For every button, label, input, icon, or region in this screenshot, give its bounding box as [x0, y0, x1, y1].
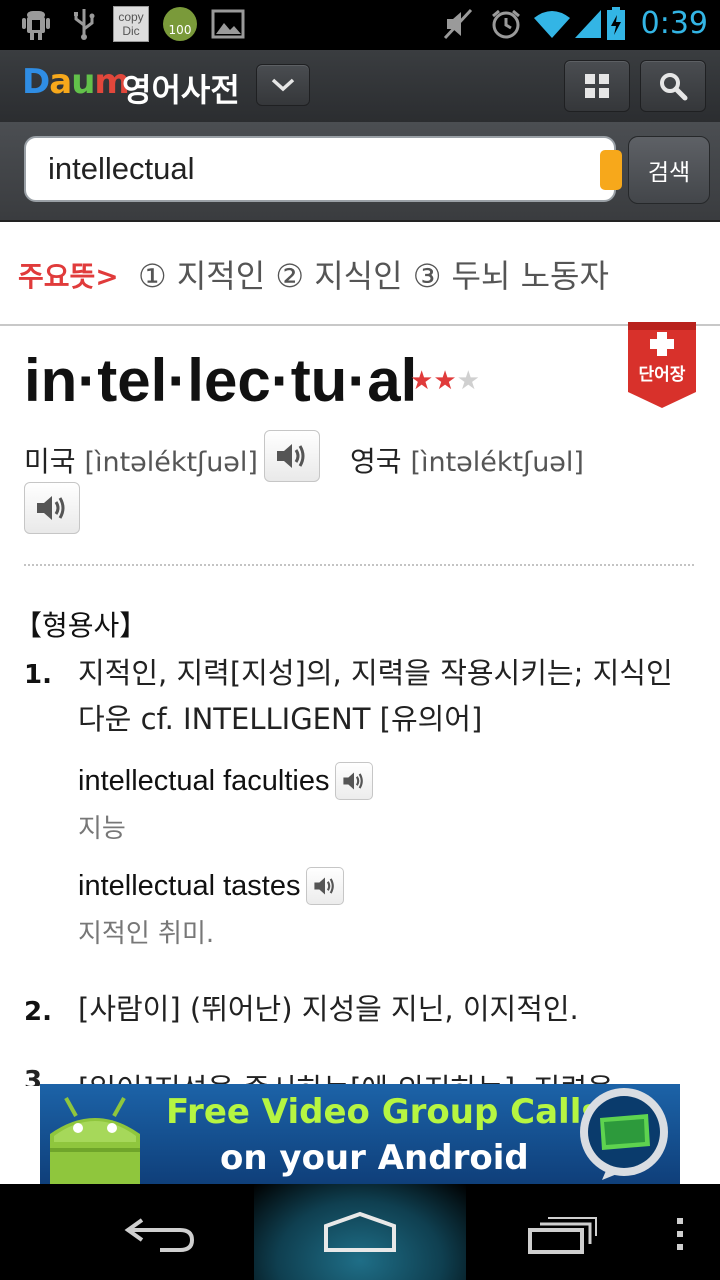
mute-icon — [440, 6, 476, 42]
importance-stars: ★★★ — [410, 366, 480, 396]
speaker-icon — [343, 772, 364, 790]
play-example-button[interactable] — [335, 762, 374, 800]
wifi-icon — [532, 6, 572, 42]
search-suggest-tab[interactable] — [600, 150, 622, 190]
section-divider — [24, 564, 694, 566]
part-of-speech: 【형용사】 — [14, 609, 148, 642]
main-meaning-section: 주요뜻> ① 지적인 ② 지식인 ③ 두뇌 노동자 — [0, 222, 720, 326]
home-icon[interactable] — [322, 1210, 398, 1254]
example-english: intellectual tastes — [78, 869, 301, 902]
sense-number: 1. — [24, 660, 52, 690]
star-empty-icon: ★ — [456, 366, 480, 396]
pron-uk-ipa: [ìntəléktʃuəl] — [410, 447, 584, 478]
example-translation: 지적인 취미. — [78, 919, 215, 949]
example-english: intellectual faculties — [78, 764, 330, 797]
back-icon[interactable] — [124, 1214, 196, 1254]
chevron-down-icon — [271, 78, 295, 92]
play-us-pronunciation-button[interactable] — [264, 430, 320, 482]
battery-charging-icon — [604, 6, 628, 42]
wordbook-label: 단어장 — [638, 365, 686, 385]
example-translation: 지능 — [78, 814, 126, 844]
status-bar: copy Dic 100 0:39 — [0, 0, 720, 50]
dictionary-dropdown-button[interactable] — [256, 64, 310, 106]
search-toggle-button[interactable] — [640, 60, 706, 112]
sense-definition: 지적인, 지력[지성]의, 지력을 작용시키는; 지식인다운 cf. INTEL… — [78, 656, 673, 736]
search-input[interactable]: intellectual — [24, 136, 616, 202]
android-mascot-icon — [50, 1097, 140, 1184]
app-title: 영어사전 — [122, 71, 240, 109]
main-meaning-text: ① 지적인 ② 지식인 ③ 두뇌 노동자 — [138, 257, 609, 295]
video-call-app-icon — [580, 1088, 668, 1180]
speaker-icon — [37, 496, 65, 520]
play-example-button[interactable] — [306, 867, 345, 905]
signal-icon — [570, 6, 606, 42]
alarm-icon — [488, 6, 524, 42]
navigation-bar — [0, 1184, 720, 1280]
grid-icon — [585, 74, 609, 98]
sense-partial: 3. [일이]지성을 중시하는[에 의지하는], 지력을 — [24, 1066, 704, 1086]
search-icon — [660, 73, 688, 101]
sense-definition: [일이]지성을 중시하는[에 의지하는], 지력을 — [78, 1066, 614, 1086]
clock-time: 0:39 — [640, 6, 708, 41]
pron-us: 미국 [ìntəléktʃuəl] — [24, 440, 258, 480]
star-filled-icon: ★ — [433, 366, 457, 396]
ad-banner[interactable]: Free Video Group Calls on your Android — [40, 1084, 680, 1184]
add-to-wordbook-button[interactable]: 단어장 — [628, 322, 696, 408]
recent-apps-icon[interactable] — [526, 1214, 598, 1254]
sense-definition: [사람이] (뛰어난) 지성을 지닌, 이지적인. — [78, 992, 579, 1026]
example-item: intellectual tastes — [78, 867, 345, 905]
overflow-menu-icon[interactable] — [672, 1216, 688, 1252]
search-button[interactable]: 검색 — [628, 136, 710, 204]
search-bar: intellectual 검색 — [0, 122, 720, 222]
headword: in·tel·lec·tu·al — [24, 347, 418, 414]
app-bar: Daum 영어사전 — [0, 50, 720, 123]
pron-uk: 영국 [ìntəléktʃuəl] — [350, 440, 584, 480]
copydic-app-icon: copy Dic — [112, 6, 150, 42]
image-icon — [210, 6, 246, 42]
usb-icon — [66, 6, 102, 42]
sense-number: 2. — [24, 997, 52, 1027]
ad-headline: Free Video Group Calls — [166, 1092, 602, 1132]
pron-us-label: 미국 — [24, 445, 76, 478]
sense-number: 3. — [24, 1066, 52, 1086]
star-filled-icon: ★ — [410, 366, 434, 396]
speaker-icon — [314, 877, 335, 895]
speaker-icon — [277, 444, 305, 468]
example-item: intellectual faculties — [78, 762, 374, 800]
daum-logo[interactable]: Daum — [22, 62, 130, 102]
menu-grid-button[interactable] — [564, 60, 630, 112]
main-meaning-label: 주요뜻> — [18, 260, 119, 293]
play-uk-pronunciation-button[interactable] — [24, 482, 80, 534]
pron-us-ipa: [ìntəléktʃuəl] — [84, 447, 258, 478]
ad-subline: on your Android — [220, 1138, 529, 1178]
android-debug-icon — [18, 6, 54, 42]
pron-uk-label: 영국 — [350, 445, 402, 478]
paw-100-app-icon: 100 — [162, 6, 198, 42]
